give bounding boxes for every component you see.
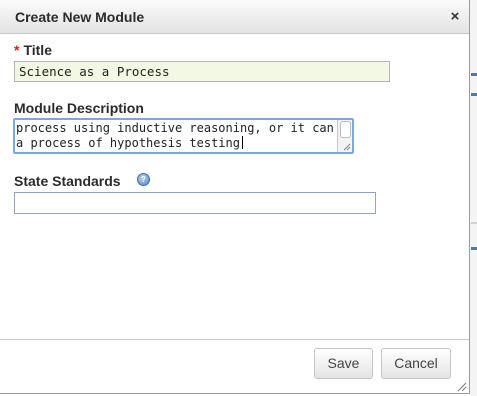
title-label-text: Title bbox=[23, 42, 52, 58]
description-label: Module Description bbox=[14, 100, 144, 116]
description-line-1: process using inductive reasoning, or it… bbox=[16, 121, 354, 135]
text-caret bbox=[241, 136, 243, 149]
title-input[interactable] bbox=[14, 61, 390, 82]
background-divider-fragment bbox=[471, 222, 477, 224]
background-link-fragment bbox=[471, 247, 477, 250]
dialog-title: Create New Module bbox=[15, 9, 145, 25]
required-marker: * bbox=[14, 42, 20, 58]
standards-input[interactable] bbox=[14, 192, 376, 214]
resize-grip-icon[interactable] bbox=[456, 381, 467, 392]
background-link-fragment bbox=[471, 73, 477, 76]
close-icon[interactable]: × bbox=[448, 9, 462, 25]
title-label: * Title bbox=[14, 42, 52, 58]
description-text: process using inductive reasoning, or it… bbox=[16, 121, 352, 151]
create-module-dialog: Create New Module × *Title Module Descri… bbox=[0, 0, 470, 394]
cancel-button[interactable]: Cancel bbox=[381, 348, 451, 379]
description-textarea[interactable]: process using inductive reasoning, or it… bbox=[13, 118, 354, 154]
background-page-edge bbox=[470, 0, 477, 396]
help-icon[interactable]: ? bbox=[137, 173, 150, 186]
description-scrollbar-thumb[interactable] bbox=[340, 121, 351, 138]
dialog-titlebar[interactable]: Create New Module × bbox=[0, 0, 469, 34]
description-line-2: a process of hypothesis testing bbox=[16, 136, 240, 150]
textarea-resize-icon[interactable] bbox=[343, 143, 351, 151]
footer-divider bbox=[0, 339, 469, 340]
standards-label: State Standards bbox=[14, 173, 121, 189]
background-link-fragment bbox=[471, 93, 477, 96]
save-button[interactable]: Save bbox=[314, 348, 373, 379]
page: Create New Module × *Title Module Descri… bbox=[0, 0, 477, 396]
